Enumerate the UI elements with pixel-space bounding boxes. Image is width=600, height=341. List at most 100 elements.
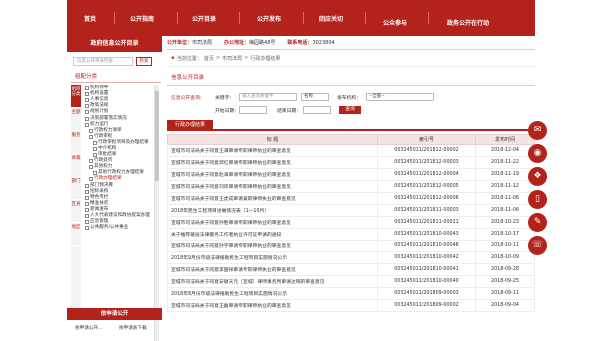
row-title[interactable]: 宣城市司法局关于同意赵海审请专职律师执业的审查意见: [167, 167, 378, 181]
folder-icon: [85, 116, 89, 121]
row-title[interactable]: 2018年8月份市级法律援助民生工程项目实施情况公示: [167, 287, 378, 301]
tree-scrollbar[interactable]: [154, 85, 159, 341]
table-row: 宣城市司法局关于同意王磊审请专职律师执业的审查意见 003245011/20180…: [167, 299, 535, 313]
tab-organization[interactable]: 组织分类: [71, 85, 81, 108]
table-row: 宣城市司法局关于同意安徽天元（宣城）律师事务所审请注销的审查意见 00324501…: [167, 275, 535, 289]
field-select[interactable]: 名称: [301, 93, 329, 101]
catalog-search-button[interactable]: 检索: [136, 57, 152, 66]
folder-icon: [85, 195, 89, 200]
nav-release[interactable]: 公开发布: [257, 14, 281, 23]
row-index: 003245011/201811-00003: [377, 203, 476, 217]
folder-icon: [85, 98, 89, 103]
row-index: 003245011/201809-00003: [377, 287, 476, 301]
tree-item[interactable]: 公共服务/公共事业: [83, 225, 155, 231]
nav-response[interactable]: 回应关切: [319, 14, 343, 23]
left-sidebar: 政府信息公开目录 信息公开目录检索 检索 组配分类 组织分类 主题 服务 体裁 …: [67, 36, 162, 341]
row-title[interactable]: 2018年民生工程项目进展情况表（1—10月）: [167, 203, 378, 217]
address-label: 办公地址：: [224, 40, 250, 46]
folder-icon: [85, 226, 89, 231]
phone-icon[interactable]: ☏: [528, 236, 547, 255]
folder-icon: [89, 159, 93, 164]
row-date: 2018-10-11: [475, 239, 535, 253]
breadcrumb-prefix: 当前位置：: [176, 55, 202, 62]
nav-home[interactable]: 首页: [84, 14, 96, 23]
end-date-input[interactable]: [303, 106, 331, 114]
table-row: 宣城市司法局关于同意刘凤审请专职律师执业的审查意见 003245011/20181…: [167, 179, 535, 193]
row-date: 2018-10-09: [475, 251, 535, 265]
start-date-input[interactable]: [239, 106, 267, 114]
email-icon[interactable]: ✉: [528, 121, 547, 140]
folder-icon: [89, 165, 93, 170]
folder-icon: [85, 183, 89, 188]
query-button[interactable]: 查询: [339, 106, 361, 114]
unit-info-bar: 公开单位：市司法局 办公地址：梅园路48号 联系电话：3023804: [167, 36, 535, 50]
breadcrumb-home[interactable]: 首页: [204, 55, 214, 62]
row-title[interactable]: 宣城市司法局关于同意孙宇审请专职律师执业的审查意见: [167, 239, 378, 253]
tab-topic[interactable]: 主题: [71, 108, 81, 131]
folder-icon: [85, 220, 89, 225]
mobile-icon[interactable]: ▯: [528, 190, 547, 209]
breadcrumb-bureau[interactable]: 市司法局: [222, 55, 242, 62]
breadcrumb-separator: >: [244, 55, 249, 61]
breadcrumb-current: 行政办理结果: [250, 55, 281, 62]
query-form: 信息公开查询： 关键字： 输入查询关键字 名称 发布机构： --全部-- 开始日…: [167, 86, 535, 118]
section-title: 信息公开目录: [171, 75, 205, 81]
row-index: 003245011/201810-00048: [377, 239, 476, 253]
header-title: 标 题: [167, 134, 378, 145]
header-date: 发布时间: [475, 134, 535, 145]
row-index: 003245011/201812-00005: [377, 179, 476, 193]
location-icon: ◈: [171, 55, 175, 61]
tab-service[interactable]: 服务: [71, 131, 81, 154]
row-date: 2018-11-12: [475, 179, 535, 193]
table-row: 2018年8月份市级法律援助民生工程项目实施情况公示 003245011/2018…: [167, 287, 535, 301]
row-index: 003245011/201812-00004: [377, 167, 476, 181]
tab-department[interactable]: 部门: [71, 177, 81, 200]
nav-in-action[interactable]: 政务公开在行动: [447, 18, 489, 27]
apply-form-download-link[interactable]: 依申请表下载: [119, 325, 147, 331]
row-date: 2018-12-04: [475, 144, 535, 157]
apply-link[interactable]: 依申请公开...: [75, 325, 102, 331]
tab-genre[interactable]: 体裁: [71, 154, 81, 177]
row-index: 003245011/201812-00002: [377, 144, 476, 157]
start-date-label: 开始日期：: [215, 109, 239, 114]
keyword-input[interactable]: 输入查询关键字: [239, 93, 297, 101]
nav-participation[interactable]: 公众参与: [383, 18, 407, 27]
row-title[interactable]: 宣城市司法局关于同意李国祥审请专职律师执业的审查意见: [167, 263, 378, 277]
row-title[interactable]: 关于推荐基层法律服务工作者执业许可证申请的通知: [167, 227, 378, 241]
nav-guide[interactable]: 公开指南: [130, 14, 154, 23]
row-title[interactable]: 宣城市司法局关于同意王满审请专职律师执业的审查意见: [167, 144, 378, 157]
main-content: 公开单位：市司法局 办公地址：梅园路48号 联系电话：3023804 ◈ 当前位…: [167, 36, 535, 337]
row-title[interactable]: 宣城市司法局关于同意王虎成审请兼职律师执业的审查意见: [167, 191, 378, 205]
phone-info: 联系电话：3023804: [287, 39, 334, 46]
tab-region[interactable]: 地区: [71, 223, 81, 246]
tab-results[interactable]: 行政办理结果: [167, 120, 214, 131]
tab-county[interactable]: 区县: [71, 200, 81, 223]
folder-icon: [85, 201, 89, 206]
org-select[interactable]: --全部--: [366, 93, 434, 101]
row-index: 003245011/201810-00040: [377, 275, 476, 289]
nav-divider: [365, 12, 366, 24]
nav-divider: [239, 12, 240, 24]
row-title[interactable]: 宣城市司法局关于同意刘凤审请专职律师执业的审查意见: [167, 179, 378, 193]
weibo-icon[interactable]: ◉: [528, 144, 547, 163]
row-title[interactable]: 宣城市司法局关于同意王磊审请专职律师执业的审查意见: [167, 299, 378, 313]
row-title[interactable]: 宣城市司法局关于同意安徽天元（宣城）律师事务所审请注销的审查意见: [167, 275, 378, 289]
folder-icon: [89, 128, 93, 133]
chat-icon[interactable]: ✎: [528, 213, 547, 232]
scrollbar-thumb[interactable]: [155, 91, 159, 181]
row-title[interactable]: 宣城市司法局关于同意郭红审请专职律师执业的审查意见: [167, 155, 378, 169]
row-title[interactable]: 宣城市司法局关于同意孙胜审请专职律师执业的审查意见: [167, 215, 378, 229]
breadcrumb: ◈ 当前位置： 首页 > 市司法局 > 行政办理结果: [167, 50, 535, 67]
breadcrumb-separator: >: [215, 55, 221, 61]
category-heading: 组配分类: [71, 72, 161, 83]
header-index: 索引号: [377, 134, 476, 145]
nav-catalog[interactable]: 公开目录: [192, 14, 216, 23]
query-label: 信息公开查询：: [171, 96, 205, 101]
folder-icon: [85, 110, 89, 115]
folder-icon: [85, 214, 89, 219]
row-title[interactable]: 2018年9月份市级法律援助民生工程项目实施情况公示: [167, 251, 378, 265]
catalog-tree: 机构领导 机构设置 人事信息 政策法规 规划计划 决策部署落实情况 权力运行 行…: [83, 85, 155, 341]
wechat-icon[interactable]: ❖: [528, 167, 547, 186]
row-date: 2018-11-22: [475, 155, 535, 169]
catalog-search-input[interactable]: 信息公开目录检索: [73, 57, 133, 66]
